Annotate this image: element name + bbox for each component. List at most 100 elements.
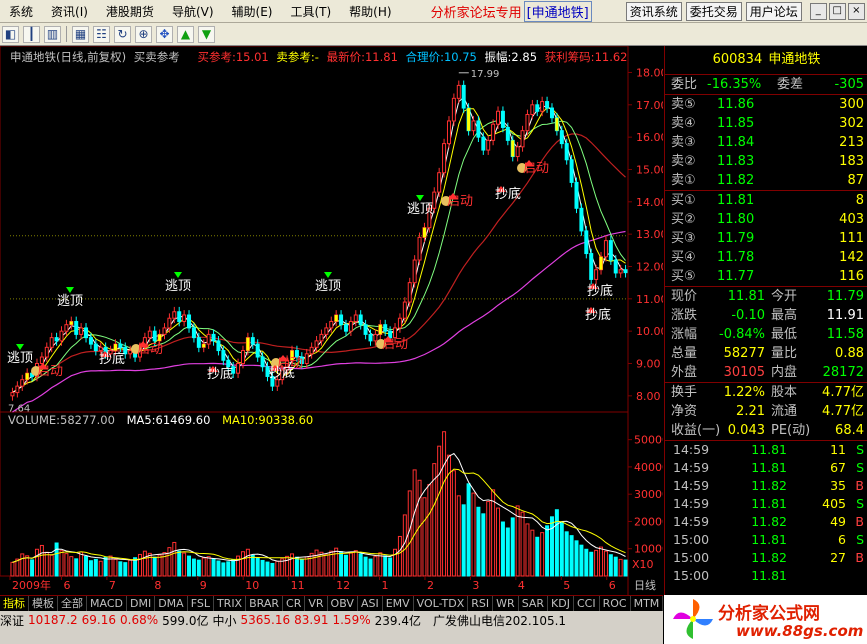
arrows-icon[interactable]: ✥	[156, 25, 173, 43]
volume-bar	[402, 514, 407, 577]
volume-bar	[412, 469, 417, 577]
sell-row[interactable]: 卖④ 11.85 302	[665, 114, 867, 133]
zoom-icon[interactable]: ⊕	[135, 25, 152, 43]
down-arrow-icon[interactable]: ▼	[198, 25, 215, 43]
volume-bar	[187, 555, 192, 577]
stat-row: 收益(一) 0.043 PE(动) 68.4	[665, 421, 867, 440]
indicator-tab[interactable]: TRIX	[214, 596, 247, 612]
signal-label-top: 逃顶	[7, 351, 33, 366]
trade-button[interactable]: 委托交易	[685, 1, 742, 21]
candle-body	[147, 330, 152, 339]
volume-bar	[152, 556, 157, 577]
sell-volume: 302	[839, 116, 864, 131]
volume-bar	[608, 554, 613, 577]
menu-tools[interactable]: 工具(T)	[281, 3, 340, 20]
indicator-tab[interactable]: OBV	[328, 596, 358, 612]
indicator-tab[interactable]: DMI	[127, 596, 156, 612]
volume-bar	[84, 555, 89, 577]
menu-assist[interactable]: 辅助(E)	[223, 3, 282, 20]
tick-price: 11.81	[751, 496, 787, 511]
indicator-tab[interactable]: 模板	[29, 596, 58, 612]
refresh-icon[interactable]: ↻	[114, 25, 131, 43]
volume-bar	[451, 470, 456, 577]
indicator-tab[interactable]: CCI	[574, 596, 600, 612]
candle-icon[interactable]: ┃	[23, 25, 40, 43]
volume-bar	[603, 550, 608, 577]
buy-row[interactable]: 买④ 11.78 142	[665, 248, 867, 267]
menu-help[interactable]: 帮助(H)	[340, 3, 400, 20]
candle-body	[64, 324, 69, 332]
maximize-button[interactable]: □	[828, 2, 846, 20]
stat-value: -0.10	[731, 308, 765, 323]
chart-formula-title: 买卖参考	[133, 50, 180, 64]
sell-level-label: 卖①	[671, 173, 696, 188]
news-system-button[interactable]: 资讯系统	[625, 1, 682, 21]
chart-canvas[interactable]: 18.0017.0016.0015.0014.0013.0012.0011.00…	[0, 46, 663, 595]
indicator-tab[interactable]: SAR	[519, 596, 549, 612]
stats-block-2: 换手 1.22% 股本 4.77亿 净资 2.21 流通 4.77亿 收益(一) 0.043 PE(…	[665, 382, 867, 440]
sell-row[interactable]: 卖③ 11.84 213	[665, 133, 867, 152]
candle-body	[525, 114, 530, 132]
indicator-tab[interactable]: MTM	[631, 596, 664, 612]
tile-icon[interactable]: ▦	[72, 25, 89, 43]
menu-news[interactable]: 资讯(I)	[42, 3, 97, 20]
tree-icon[interactable]: ☷	[93, 25, 110, 43]
price-axis-label: 11.00	[636, 293, 663, 306]
buy-row[interactable]: 买② 11.80 403	[665, 210, 867, 229]
stat-label-2: 最高	[771, 308, 798, 323]
bars-icon[interactable]: ▥	[44, 25, 61, 43]
tick-direction: S	[856, 460, 864, 475]
candle-body	[54, 337, 59, 342]
menu-hk-futures[interactable]: 港股期货	[97, 3, 163, 20]
volume-bar	[118, 561, 123, 577]
indicator-tab[interactable]: EMV	[383, 596, 414, 612]
stat-label-2: PE(动)	[771, 423, 811, 438]
menu-navigate[interactable]: 导航(V)	[163, 3, 223, 20]
buy-row[interactable]: 买③ 11.79 111	[665, 229, 867, 248]
volume-bar	[564, 531, 569, 577]
menu-system[interactable]: 系统	[0, 3, 42, 20]
stat-value-2: 4.77亿	[822, 404, 864, 419]
sell-row[interactable]: 卖⑤ 11.86 300	[665, 95, 867, 114]
minimize-button[interactable]: _	[809, 2, 827, 20]
volume-bar	[34, 548, 39, 577]
volume-bar	[64, 553, 69, 577]
volume-bar	[172, 541, 177, 577]
chart-icon[interactable]: ◧	[2, 25, 19, 43]
price-axis-label: 13.00	[636, 228, 663, 241]
indicator-tab[interactable]: DMA	[155, 596, 188, 612]
price-axis-label: 18.00	[636, 66, 663, 79]
indicator-tab[interactable]: WR	[493, 596, 519, 612]
indicator-tab[interactable]: VOL-TDX	[414, 596, 469, 612]
candle-body	[603, 240, 608, 258]
price-panel-frame	[0, 46, 629, 413]
indicator-tab[interactable]: RSI	[468, 596, 494, 612]
indicator-tab[interactable]: KDJ	[548, 596, 574, 612]
buy-row[interactable]: 买⑤ 11.77 116	[665, 267, 867, 286]
indicator-tab[interactable]: 全部	[58, 596, 87, 612]
indicator-tab[interactable]: CR	[283, 596, 306, 612]
volume-label: VOLUME:58277.00	[8, 413, 115, 427]
forum-button[interactable]: 用户论坛	[745, 1, 802, 21]
tick-volume: 27	[830, 550, 846, 565]
price-axis-label: 8.00	[636, 390, 661, 403]
candle-body	[569, 159, 574, 183]
indicator-tab[interactable]: MACD	[87, 596, 127, 612]
indicator-tab[interactable]: FSL	[188, 596, 214, 612]
kline-chart[interactable]: 18.0017.0016.0015.0014.0013.0012.0011.00…	[0, 46, 663, 595]
sell-row[interactable]: 卖② 11.83 183	[665, 152, 867, 171]
buy-price: 11.77	[717, 269, 755, 284]
signal-label-bottom: 抄底	[207, 366, 233, 382]
indicator-tab[interactable]: 指标	[0, 596, 29, 612]
volume-info-line: VOLUME:58277.00 MA5:61469.60 MA10:90338.…	[8, 413, 313, 427]
indicator-tab[interactable]: BRAR	[246, 596, 284, 612]
sell-row[interactable]: 卖① 11.82 87	[665, 171, 867, 190]
close-button[interactable]: ×	[847, 2, 865, 20]
indicator-tab[interactable]: ASI	[358, 596, 383, 612]
buy-row[interactable]: 买① 11.81 8	[665, 191, 867, 210]
volume-axis-label: 40000	[634, 461, 663, 474]
indicator-tab[interactable]: VR	[305, 596, 328, 612]
tick-row: 15:00 11.82 27 B	[665, 549, 867, 567]
up-arrow-icon[interactable]: ▲	[177, 25, 194, 43]
indicator-tab[interactable]: ROC	[600, 596, 631, 612]
